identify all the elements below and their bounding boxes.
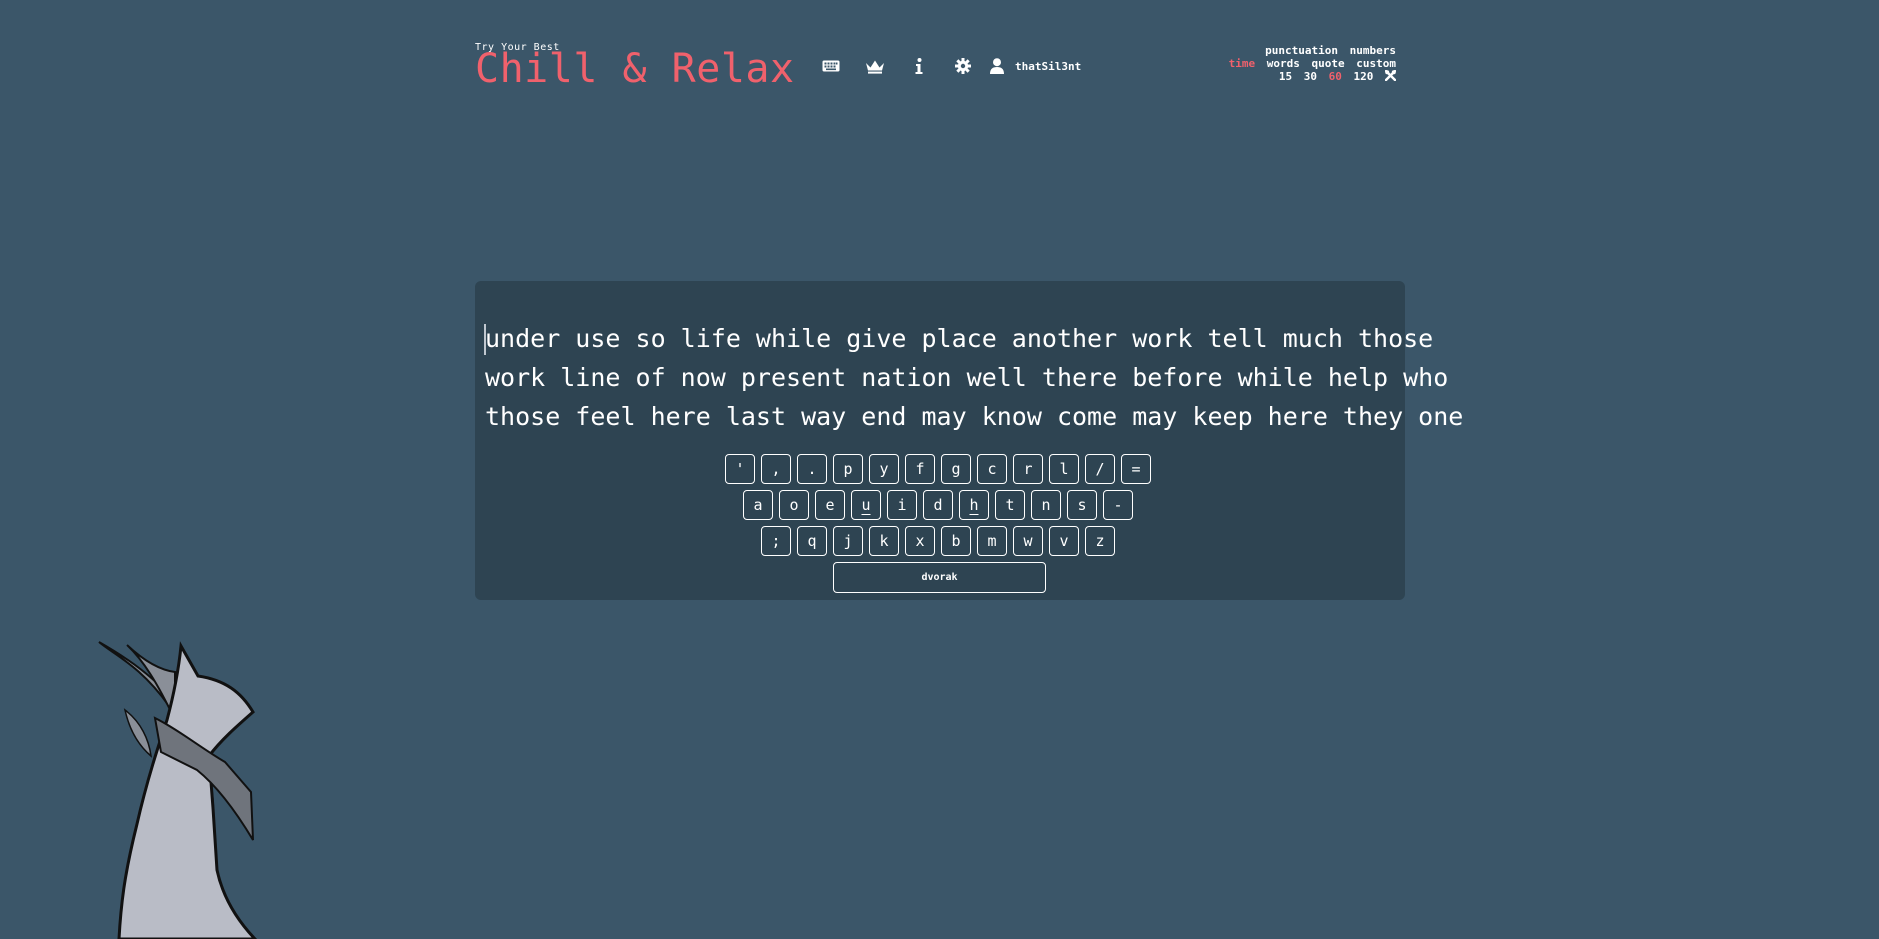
- logo[interactable]: Chill & Relax: [475, 46, 795, 92]
- duration-30[interactable]: 30: [1304, 70, 1317, 83]
- key[interactable]: m: [977, 526, 1007, 556]
- word-line: work line of now present nation well the…: [485, 363, 1449, 392]
- mode-words[interactable]: words: [1267, 57, 1300, 70]
- key[interactable]: a: [743, 490, 773, 520]
- duration-120[interactable]: 120: [1354, 70, 1374, 83]
- key[interactable]: =: [1121, 454, 1151, 484]
- crown-icon[interactable]: [853, 54, 897, 78]
- key[interactable]: r: [1013, 454, 1043, 484]
- test-config: punctuation numbers time words quote cus…: [1229, 44, 1397, 84]
- mode-custom[interactable]: custom: [1356, 57, 1396, 70]
- key[interactable]: p: [833, 454, 863, 484]
- key[interactable]: n: [1031, 490, 1061, 520]
- key[interactable]: ;: [761, 526, 791, 556]
- mode-quote[interactable]: quote: [1312, 57, 1345, 70]
- wrench-icon[interactable]: [1384, 69, 1397, 84]
- word-line: those feel here last way end may know co…: [485, 402, 1464, 431]
- space-key[interactable]: dvorak: [833, 562, 1046, 593]
- key[interactable]: z: [1085, 526, 1115, 556]
- account-button[interactable]: thatSil3nt: [985, 54, 1081, 78]
- top-nav: thatSil3nt: [809, 54, 1081, 78]
- key[interactable]: c: [977, 454, 1007, 484]
- key[interactable]: o: [779, 490, 809, 520]
- key[interactable]: s: [1067, 490, 1097, 520]
- key[interactable]: u: [851, 490, 881, 520]
- duration-row: 15 30 60 120: [1229, 69, 1397, 84]
- key[interactable]: k: [869, 526, 899, 556]
- punctuation-toggle[interactable]: punctuation: [1265, 44, 1338, 57]
- key[interactable]: j: [833, 526, 863, 556]
- key[interactable]: h: [959, 490, 989, 520]
- key[interactable]: d: [923, 490, 953, 520]
- word-list[interactable]: under use so life while give place anoth…: [485, 319, 1464, 436]
- key[interactable]: w: [1013, 526, 1043, 556]
- duration-15[interactable]: 15: [1279, 70, 1292, 83]
- header: Try Your Best Chill & Relax thatSil3nt p…: [475, 42, 1401, 92]
- duration-60[interactable]: 60: [1329, 70, 1342, 83]
- toggle-row: punctuation numbers: [1229, 44, 1396, 57]
- key[interactable]: y: [869, 454, 899, 484]
- key[interactable]: f: [905, 454, 935, 484]
- gear-icon[interactable]: [941, 54, 985, 78]
- key[interactable]: /: [1085, 454, 1115, 484]
- key[interactable]: b: [941, 526, 971, 556]
- key[interactable]: e: [815, 490, 845, 520]
- key[interactable]: ': [725, 454, 755, 484]
- key[interactable]: .: [797, 454, 827, 484]
- key[interactable]: x: [905, 526, 935, 556]
- typing-panel: under use so life while give place anoth…: [475, 281, 1464, 600]
- mode-row: time words quote custom: [1229, 57, 1396, 70]
- key[interactable]: t: [995, 490, 1025, 520]
- word-line: under use so life while give place anoth…: [485, 324, 1434, 353]
- key[interactable]: -: [1103, 490, 1133, 520]
- account-name: thatSil3nt: [1015, 59, 1082, 73]
- user-icon: [985, 54, 1009, 78]
- mode-time[interactable]: time: [1229, 57, 1256, 70]
- key[interactable]: q: [797, 526, 827, 556]
- cat-mascot: [98, 641, 258, 939]
- numbers-toggle[interactable]: numbers: [1350, 44, 1396, 57]
- key[interactable]: l: [1049, 454, 1079, 484]
- key[interactable]: g: [941, 454, 971, 484]
- key[interactable]: i: [887, 490, 917, 520]
- key[interactable]: v: [1049, 526, 1079, 556]
- info-icon[interactable]: [897, 54, 941, 78]
- key[interactable]: ,: [761, 454, 791, 484]
- keyboard-icon[interactable]: [809, 54, 853, 78]
